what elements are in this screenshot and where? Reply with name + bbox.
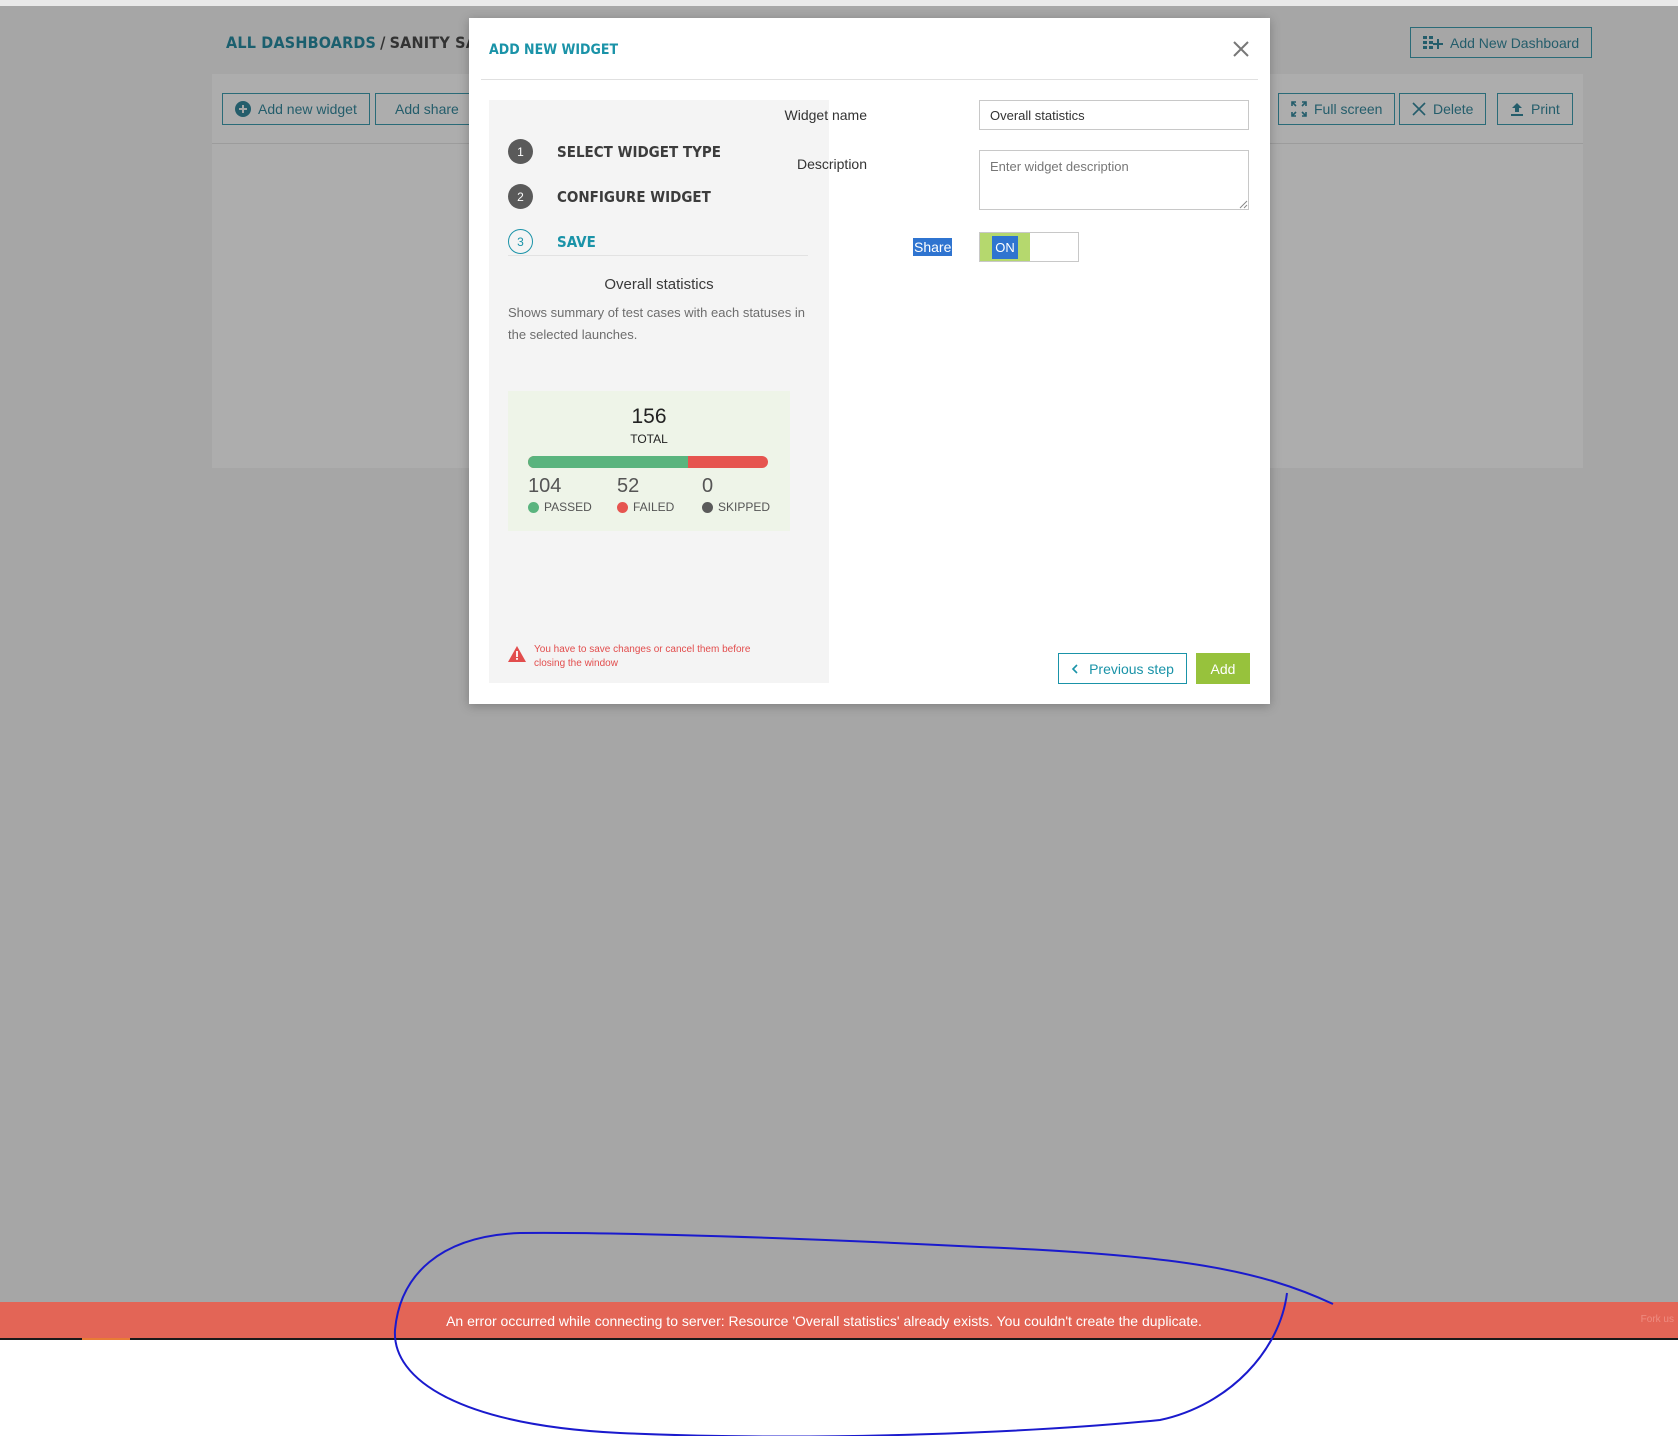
modal-header: ADD NEW WIDGET <box>469 18 1270 80</box>
full-screen-button[interactable]: Full screen <box>1278 93 1396 125</box>
chevron-left-icon <box>1071 663 1078 674</box>
step-label: SAVE <box>557 232 596 251</box>
passed-count: 104 <box>528 475 562 497</box>
add-new-dashboard-label: Add New Dashboard <box>1450 34 1580 51</box>
passed-dot-icon <box>528 501 539 513</box>
add-widget-modal: ADD NEW WIDGET 1 SELECT WIDGET TYPE 2 CO… <box>469 18 1270 704</box>
steps-panel: 1 SELECT WIDGET TYPE 2 CONFIGURE WIDGET … <box>489 100 829 683</box>
widget-preview-title: Overall statistics <box>604 276 714 293</box>
step-number: 1 <box>508 139 533 164</box>
warning-text: You have to save changes or cancel them … <box>534 644 751 669</box>
widget-name-input[interactable] <box>979 100 1249 130</box>
resize-grip-icon[interactable] <box>1238 199 1248 209</box>
description-label: Description <box>796 156 867 172</box>
bottom-area <box>0 1340 1678 1436</box>
print-label: Print <box>1531 101 1560 117</box>
error-message: An error occurred while connecting to se… <box>446 1312 1202 1329</box>
delete-label: Delete <box>1433 101 1474 117</box>
previous-step-button[interactable]: Previous step <box>1058 653 1187 684</box>
upload-icon <box>1511 103 1523 116</box>
step-select-widget-type: 1 SELECT WIDGET TYPE <box>508 139 721 164</box>
print-button[interactable]: Print <box>1497 93 1573 125</box>
status-progress-bar <box>528 456 768 468</box>
modal-title: ADD NEW WIDGET <box>489 42 619 58</box>
previous-step-label: Previous step <box>1089 660 1174 677</box>
step-save: 3 SAVE <box>508 229 596 254</box>
breadcrumb-separator: / <box>380 33 386 52</box>
step-number: 2 <box>508 184 533 209</box>
error-banner: An error occurred while connecting to se… <box>0 1302 1678 1339</box>
skipped-label: SKIPPED <box>718 500 771 514</box>
failed-dot-icon <box>617 501 628 513</box>
steps-divider <box>508 255 808 256</box>
top-bar <box>0 0 1678 6</box>
stat-failed: 52 FAILED <box>617 475 674 514</box>
step-label: CONFIGURE WIDGET <box>557 187 711 206</box>
dashboard-add-icon <box>1423 35 1443 49</box>
full-screen-label: Full screen <box>1314 101 1383 117</box>
stat-skipped: 0 SKIPPED <box>702 475 770 514</box>
skipped-dot-icon <box>702 501 713 513</box>
add-button[interactable]: Add <box>1196 653 1250 684</box>
add-new-widget-button[interactable]: Add new widget <box>222 93 370 125</box>
stat-passed: 104 PASSED <box>528 475 592 514</box>
add-shared-widget-button[interactable]: Add share <box>375 93 470 125</box>
failed-label: FAILED <box>633 500 675 514</box>
close-icon[interactable] <box>1230 38 1252 60</box>
fork-us-link[interactable]: Fork us <box>1641 1314 1674 1325</box>
overall-statistics-preview: 156 TOTAL 104 PASSED 52 FAILED 0 SKIPPED <box>508 391 790 531</box>
total-count: 156 <box>631 405 667 428</box>
add-new-dashboard-button[interactable]: Add New Dashboard <box>1410 27 1593 58</box>
failed-count: 52 <box>617 475 640 497</box>
delete-button[interactable]: Delete <box>1399 93 1487 125</box>
step-label: SELECT WIDGET TYPE <box>557 142 721 161</box>
plus-circle-icon <box>235 101 251 117</box>
warning-icon <box>508 646 526 662</box>
passed-bar-fill <box>528 456 689 468</box>
share-label: Share <box>913 238 953 256</box>
share-toggle-on: ON <box>980 233 1030 261</box>
share-toggle[interactable]: ON <box>979 232 1079 262</box>
skipped-count: 0 <box>702 475 714 497</box>
step-number: 3 <box>508 229 533 254</box>
share-toggle-state: ON <box>992 235 1018 259</box>
description-textarea[interactable] <box>979 150 1249 210</box>
unsaved-changes-warning: You have to save changes or cancel them … <box>508 643 764 671</box>
step-configure-widget: 2 CONFIGURE WIDGET <box>508 184 711 209</box>
close-icon <box>1412 102 1426 116</box>
add-shared-widget-label: Add share <box>395 101 459 117</box>
widget-name-label: Widget name <box>784 107 867 123</box>
passed-label: PASSED <box>544 500 592 514</box>
modal-divider <box>481 79 1258 80</box>
fullscreen-icon <box>1291 101 1307 117</box>
add-new-widget-label: Add new widget <box>258 101 357 117</box>
total-label: TOTAL <box>630 432 668 446</box>
widget-preview-description: Shows summary of test cases with each st… <box>508 305 805 342</box>
breadcrumb-all-dashboards[interactable]: ALL DASHBOARDS <box>226 33 376 52</box>
